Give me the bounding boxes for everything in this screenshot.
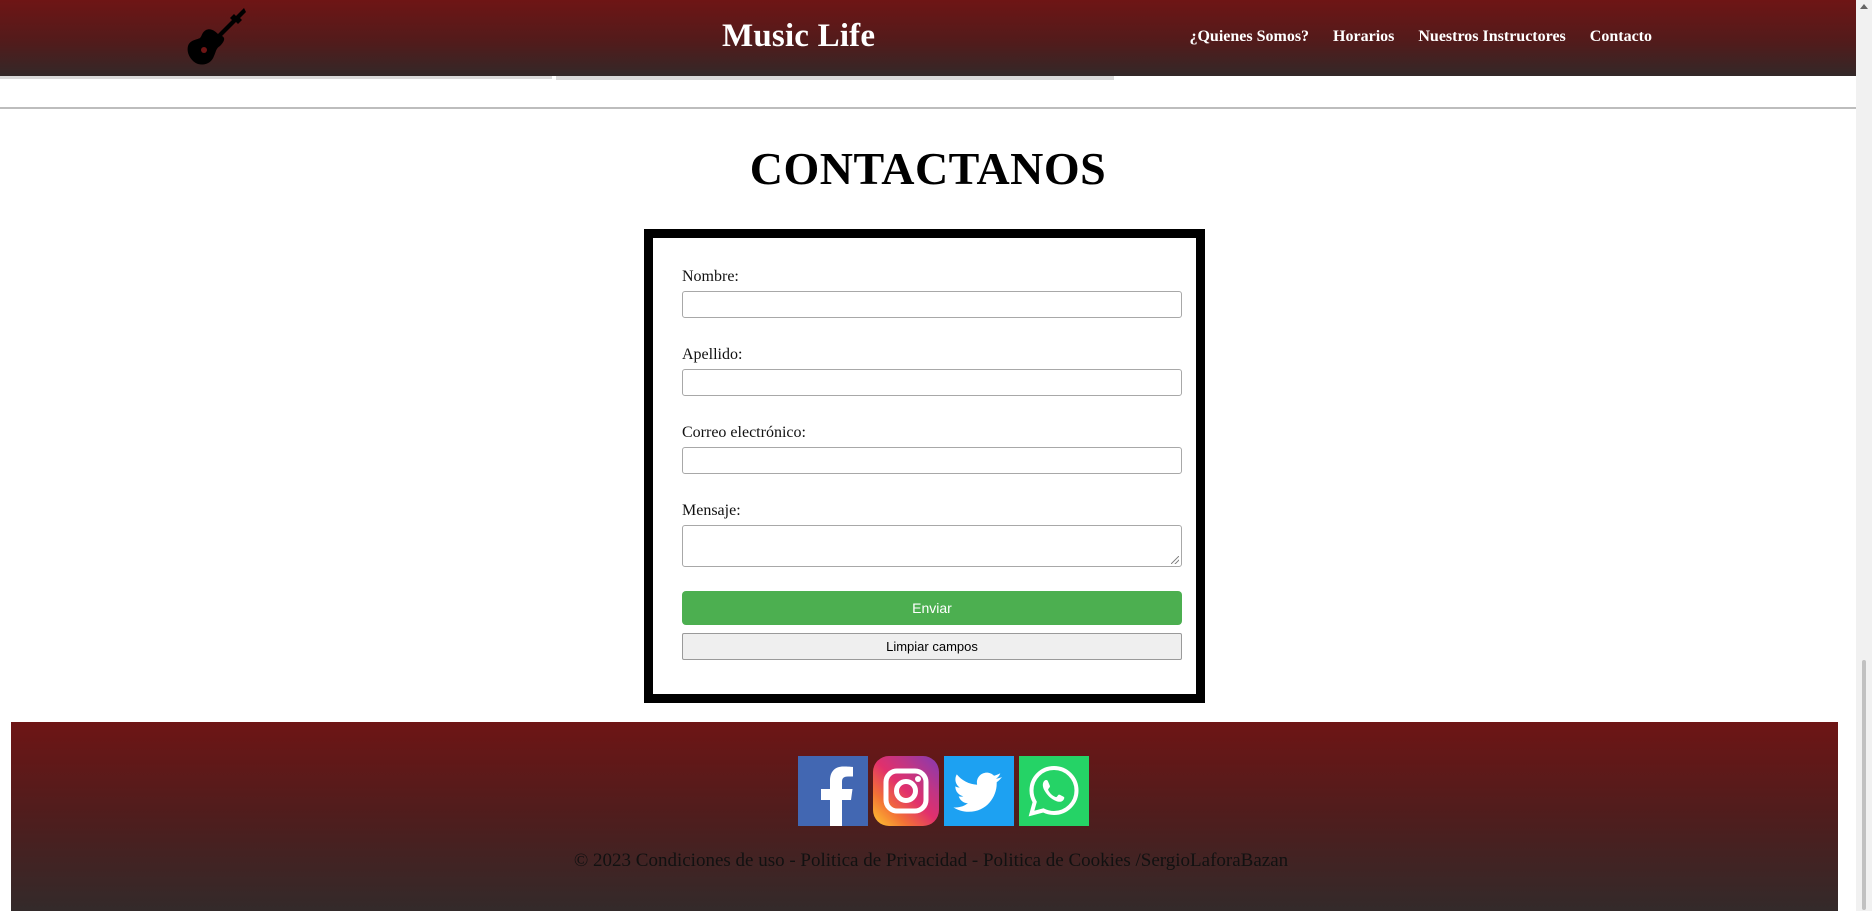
site-footer: © 2023 Condiciones de uso - Politica de …	[11, 722, 1838, 911]
contact-title: CONTACTANOS	[749, 143, 1107, 194]
nav-link-contacto[interactable]: Contacto	[1590, 28, 1652, 46]
section-divider	[0, 107, 1856, 109]
page: Music Life ¿Quienes Somos? Horarios Nues…	[0, 0, 1872, 911]
apellido-label: Apellido:	[682, 346, 743, 363]
site-title[interactable]: Music Life	[722, 18, 875, 55]
correo-label: Correo electrónico:	[682, 424, 806, 441]
whatsapp-icon[interactable]	[1019, 756, 1089, 826]
mensaje-label: Mensaje:	[682, 502, 741, 519]
contact-form: Nombre: Apellido: Correo electrónico: Me…	[644, 229, 1205, 703]
scroll-up-arrow-icon[interactable]	[1860, 4, 1868, 9]
resize-handle-icon[interactable]	[1171, 556, 1179, 564]
instagram-icon[interactable]	[873, 756, 939, 826]
previous-section-edge-left	[0, 76, 552, 79]
footer-copyright: © 2023 Condiciones de uso - Politica de …	[573, 850, 1289, 871]
send-button[interactable]: Enviar	[682, 591, 1182, 625]
nombre-input[interactable]	[682, 291, 1182, 318]
facebook-icon[interactable]	[798, 756, 868, 826]
social-links	[798, 756, 1089, 826]
correo-input[interactable]	[682, 447, 1182, 474]
nav-link-horarios[interactable]: Horarios	[1333, 28, 1394, 46]
apellido-input[interactable]	[682, 369, 1182, 396]
twitter-icon[interactable]	[944, 756, 1014, 826]
guitar-icon[interactable]	[184, 6, 248, 68]
nombre-label: Nombre:	[682, 268, 739, 285]
nav-link-quienes-somos[interactable]: ¿Quienes Somos?	[1189, 28, 1309, 46]
previous-section-edge-right	[556, 76, 1114, 80]
main-nav: ¿Quienes Somos? Horarios Nuestros Instru…	[1189, 28, 1652, 46]
scrollbar-thumb[interactable]	[1862, 660, 1866, 910]
site-header: Music Life ¿Quienes Somos? Horarios Nues…	[0, 0, 1856, 76]
vertical-scrollbar[interactable]	[1856, 0, 1872, 911]
nav-link-instructores[interactable]: Nuestros Instructores	[1418, 28, 1565, 46]
clear-fields-button[interactable]: Limpiar campos	[682, 633, 1182, 660]
mensaje-textarea[interactable]	[682, 525, 1182, 567]
